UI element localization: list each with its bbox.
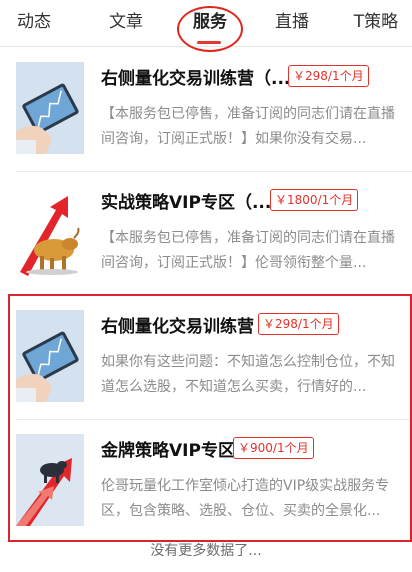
service-thumbnail: [16, 186, 84, 278]
tab-live[interactable]: 直播: [262, 0, 322, 46]
no-more-data-text: 没有更多数据了...: [150, 543, 262, 559]
annotation-circle: [177, 6, 243, 52]
tab-dynamics[interactable]: 动态: [8, 0, 60, 46]
service-item[interactable]: 右侧量化交易训练营（... ￥298/1个月 【本服务包已停售，准备订阅的同志们…: [0, 47, 412, 171]
service-item[interactable]: 实战策略VIP专区（... ￥1800/1个月 【本服务包已停售，准备订阅的同志…: [0, 171, 412, 295]
tab-articles[interactable]: 文章: [96, 0, 156, 46]
service-title[interactable]: 右侧量化交易训练营（...: [101, 64, 290, 89]
price-badge: ￥298/1个月: [288, 65, 369, 87]
service-title[interactable]: 实战策略VIP专区（...: [101, 188, 271, 213]
service-description: 【本服务包已停售，准备订阅的同志们请在直播间咨询，订阅正式版！】伦哥领衔整个量.…: [101, 230, 395, 271]
tab-t-strategy[interactable]: T策略: [344, 0, 408, 46]
bull-arrow-icon: [16, 186, 84, 278]
price-badge: ￥1800/1个月: [270, 189, 359, 211]
tab-bar: 动态 文章 服务 直播 T策略: [0, 0, 412, 52]
service-thumbnail: [16, 62, 84, 154]
annotation-box: [8, 294, 412, 542]
service-description: 【本服务包已停售，准备订阅的同志们请在直播间咨询，订阅正式版！】如果你没有交易.…: [101, 106, 395, 147]
tablet-chart-icon: [16, 62, 84, 154]
